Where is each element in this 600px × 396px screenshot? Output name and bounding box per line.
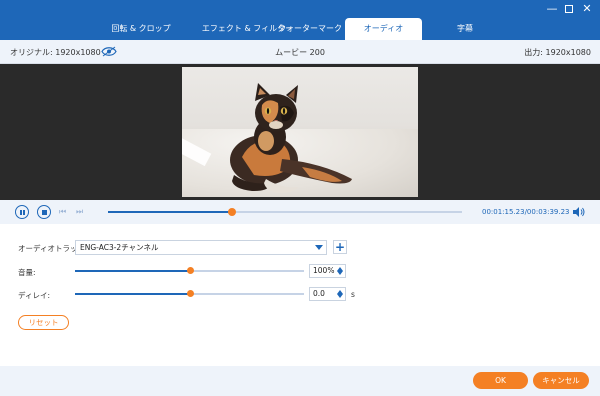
video-preview — [0, 64, 600, 200]
seek-fill — [108, 211, 232, 213]
stop-button[interactable] — [37, 205, 51, 219]
preview-frame — [182, 67, 418, 197]
output-resolution: 出力: 1920x1080 — [524, 48, 591, 57]
volume-value: 100% — [313, 266, 335, 275]
ok-button[interactable]: OK — [473, 372, 528, 389]
decrement-icon[interactable] — [337, 294, 343, 298]
movie-title: ムービー 200 — [275, 48, 325, 57]
next-icon[interactable]: ⏭ — [76, 207, 86, 217]
minimize-button[interactable]: — — [545, 2, 559, 16]
audio-track-value: ENG-AC3-2チャンネル — [80, 243, 159, 252]
delay-slider[interactable] — [75, 290, 304, 297]
cat-image — [230, 83, 352, 193]
volume-slider-thumb[interactable] — [186, 267, 194, 274]
delay-value: 0.0 — [313, 289, 325, 298]
delay-slider-fill — [75, 293, 190, 295]
playback-time: 00:01:15.23/00:03:39.23 — [482, 208, 570, 216]
tab-bar: 回転 & クロップ エフェクト & フィルター ウォーターマーク オーディオ 字… — [0, 18, 600, 40]
seek-bar[interactable] — [108, 208, 462, 216]
delay-stepper[interactable]: 0.0 — [309, 287, 346, 301]
delay-label: ディレイ: — [18, 291, 51, 300]
audio-track-select[interactable]: ENG-AC3-2チャンネル — [75, 240, 327, 255]
previous-icon[interactable]: ⏮ — [59, 207, 69, 217]
title-bar: — ✕ 回転 & クロップ エフェクト & フィルター ウォーターマーク オーデ… — [0, 0, 600, 40]
close-button[interactable]: ✕ — [580, 2, 594, 16]
add-audio-track-button[interactable]: + — [333, 240, 347, 254]
volume-icon[interactable] — [572, 206, 586, 218]
volume-label: 音量: — [18, 268, 36, 277]
volume-slider-fill — [75, 270, 190, 272]
tab-subtitles[interactable]: 字幕 — [440, 18, 490, 40]
delay-slider-thumb[interactable] — [186, 290, 194, 297]
player-controls: ⏮ ⏭ 00:01:15.23/00:03:39.23 — [0, 200, 600, 224]
decrement-icon[interactable] — [337, 271, 343, 275]
maximize-icon — [565, 5, 573, 13]
info-bar: オリジナル: 1920x1080 ムービー 200 出力: 1920x1080 — [0, 40, 600, 64]
seek-thumb[interactable] — [227, 208, 236, 216]
pause-button[interactable] — [15, 205, 29, 219]
cancel-button[interactable]: キャンセル — [533, 372, 589, 389]
audio-settings: オーディオトラック: ENG-AC3-2チャンネル + 音量: 100% ディレ… — [0, 224, 600, 366]
volume-stepper[interactable]: 100% — [309, 264, 346, 278]
tab-audio[interactable]: オーディオ — [345, 18, 422, 40]
volume-slider[interactable] — [75, 267, 304, 274]
tab-watermark[interactable]: ウォーターマーク — [270, 18, 350, 40]
delay-unit: s — [351, 290, 355, 299]
tab-rotate-crop[interactable]: 回転 & クロップ — [95, 18, 187, 40]
reset-button[interactable]: リセット — [18, 315, 69, 330]
chevron-down-icon — [315, 245, 323, 250]
footer: OK キャンセル — [0, 366, 600, 396]
maximize-button[interactable] — [562, 2, 576, 16]
